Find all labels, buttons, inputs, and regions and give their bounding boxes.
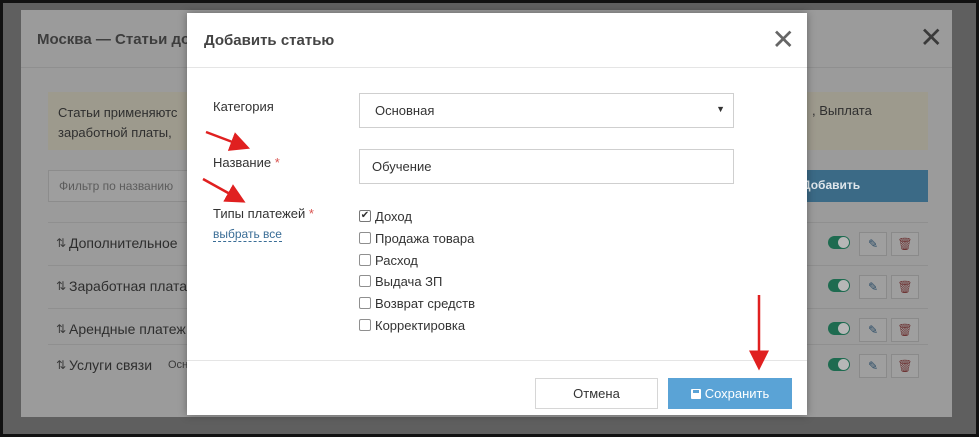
edit-icon[interactable]: ✎ — [859, 354, 887, 378]
required-mark: * — [274, 155, 280, 170]
name-input[interactable]: Обучение — [359, 149, 734, 184]
cancel-button[interactable]: Отмена — [535, 378, 658, 409]
checkbox[interactable] — [359, 275, 371, 288]
select-all-link[interactable]: выбрать все — [213, 227, 282, 242]
checkbox[interactable] — [359, 318, 371, 331]
row-category: Осн — [168, 359, 189, 371]
background-modal-title: Москва — Статьи до — [37, 31, 191, 48]
checkbox-label: Возврат средств — [375, 296, 475, 312]
active-toggle[interactable] — [828, 358, 850, 371]
checkbox[interactable] — [359, 231, 371, 244]
sort-handle-icon[interactable]: ⇅ — [56, 279, 66, 293]
add-button[interactable]: Добавить — [791, 170, 928, 202]
row-name: Дополнительное — [69, 235, 178, 251]
trash-icon[interactable]: 🗑 — [891, 232, 919, 256]
category-select[interactable]: Основная ▼ — [359, 93, 734, 128]
close-icon[interactable]: ✕ — [772, 26, 795, 54]
category-select-value: Основная — [375, 103, 435, 118]
row-name: Услуги связи — [69, 357, 153, 373]
modal-header: Добавить статью ✕ — [187, 13, 807, 68]
checkbox[interactable] — [359, 253, 371, 266]
sort-handle-icon[interactable]: ⇅ — [56, 322, 66, 336]
edit-icon[interactable]: ✎ — [859, 275, 887, 299]
add-article-modal: Добавить статью ✕ Категория Основная ▼ Н… — [187, 13, 807, 415]
payment-types-label: Типы платежей * — [213, 206, 314, 221]
alert-text-right: , Выплата — [812, 103, 872, 118]
name-label: Название * — [213, 155, 280, 170]
alert-text-line-2: заработной платы, — [58, 125, 172, 140]
active-toggle[interactable] — [828, 322, 850, 335]
trash-icon[interactable]: 🗑 — [891, 354, 919, 378]
checkbox-label: Выдача ЗП — [375, 274, 443, 290]
edit-icon[interactable]: ✎ — [859, 318, 887, 342]
edit-icon[interactable]: ✎ — [859, 232, 887, 256]
row-name: Арендные платеж — [69, 321, 186, 337]
background-close-icon[interactable]: ✕ — [920, 24, 943, 52]
required-mark: * — [308, 206, 314, 221]
trash-icon[interactable]: 🗑 — [891, 318, 919, 342]
sort-handle-icon[interactable]: ⇅ — [56, 236, 66, 250]
floppy-disk-icon — [690, 389, 701, 399]
checkbox[interactable] — [359, 297, 371, 310]
chevron-down-icon: ▼ — [716, 104, 725, 114]
alert-text-line-1: Статьи применяютс — [58, 105, 178, 120]
checkbox[interactable]: ✔ — [359, 210, 371, 222]
save-button-label: Сохранить — [704, 386, 770, 401]
checkbox-label: Доход — [375, 209, 412, 224]
checkbox-label: Продажа товара — [375, 230, 475, 246]
modal-title: Добавить статью — [204, 32, 335, 49]
row-name: Заработная плата — [69, 278, 187, 294]
save-button[interactable]: Сохранить — [668, 378, 792, 409]
modal-footer: Отмена Сохранить — [187, 360, 807, 415]
sort-handle-icon[interactable]: ⇅ — [56, 358, 66, 372]
trash-icon[interactable]: 🗑 — [891, 275, 919, 299]
active-toggle[interactable] — [828, 279, 850, 292]
checkbox-label: Корректировка — [375, 317, 466, 333]
screenshot-frame: Москва — Статьи до ✕ Статьи применяютс з… — [0, 0, 979, 437]
active-toggle[interactable] — [828, 236, 850, 249]
checkbox-label: Расход — [375, 252, 418, 268]
category-label: Категория — [213, 99, 274, 114]
